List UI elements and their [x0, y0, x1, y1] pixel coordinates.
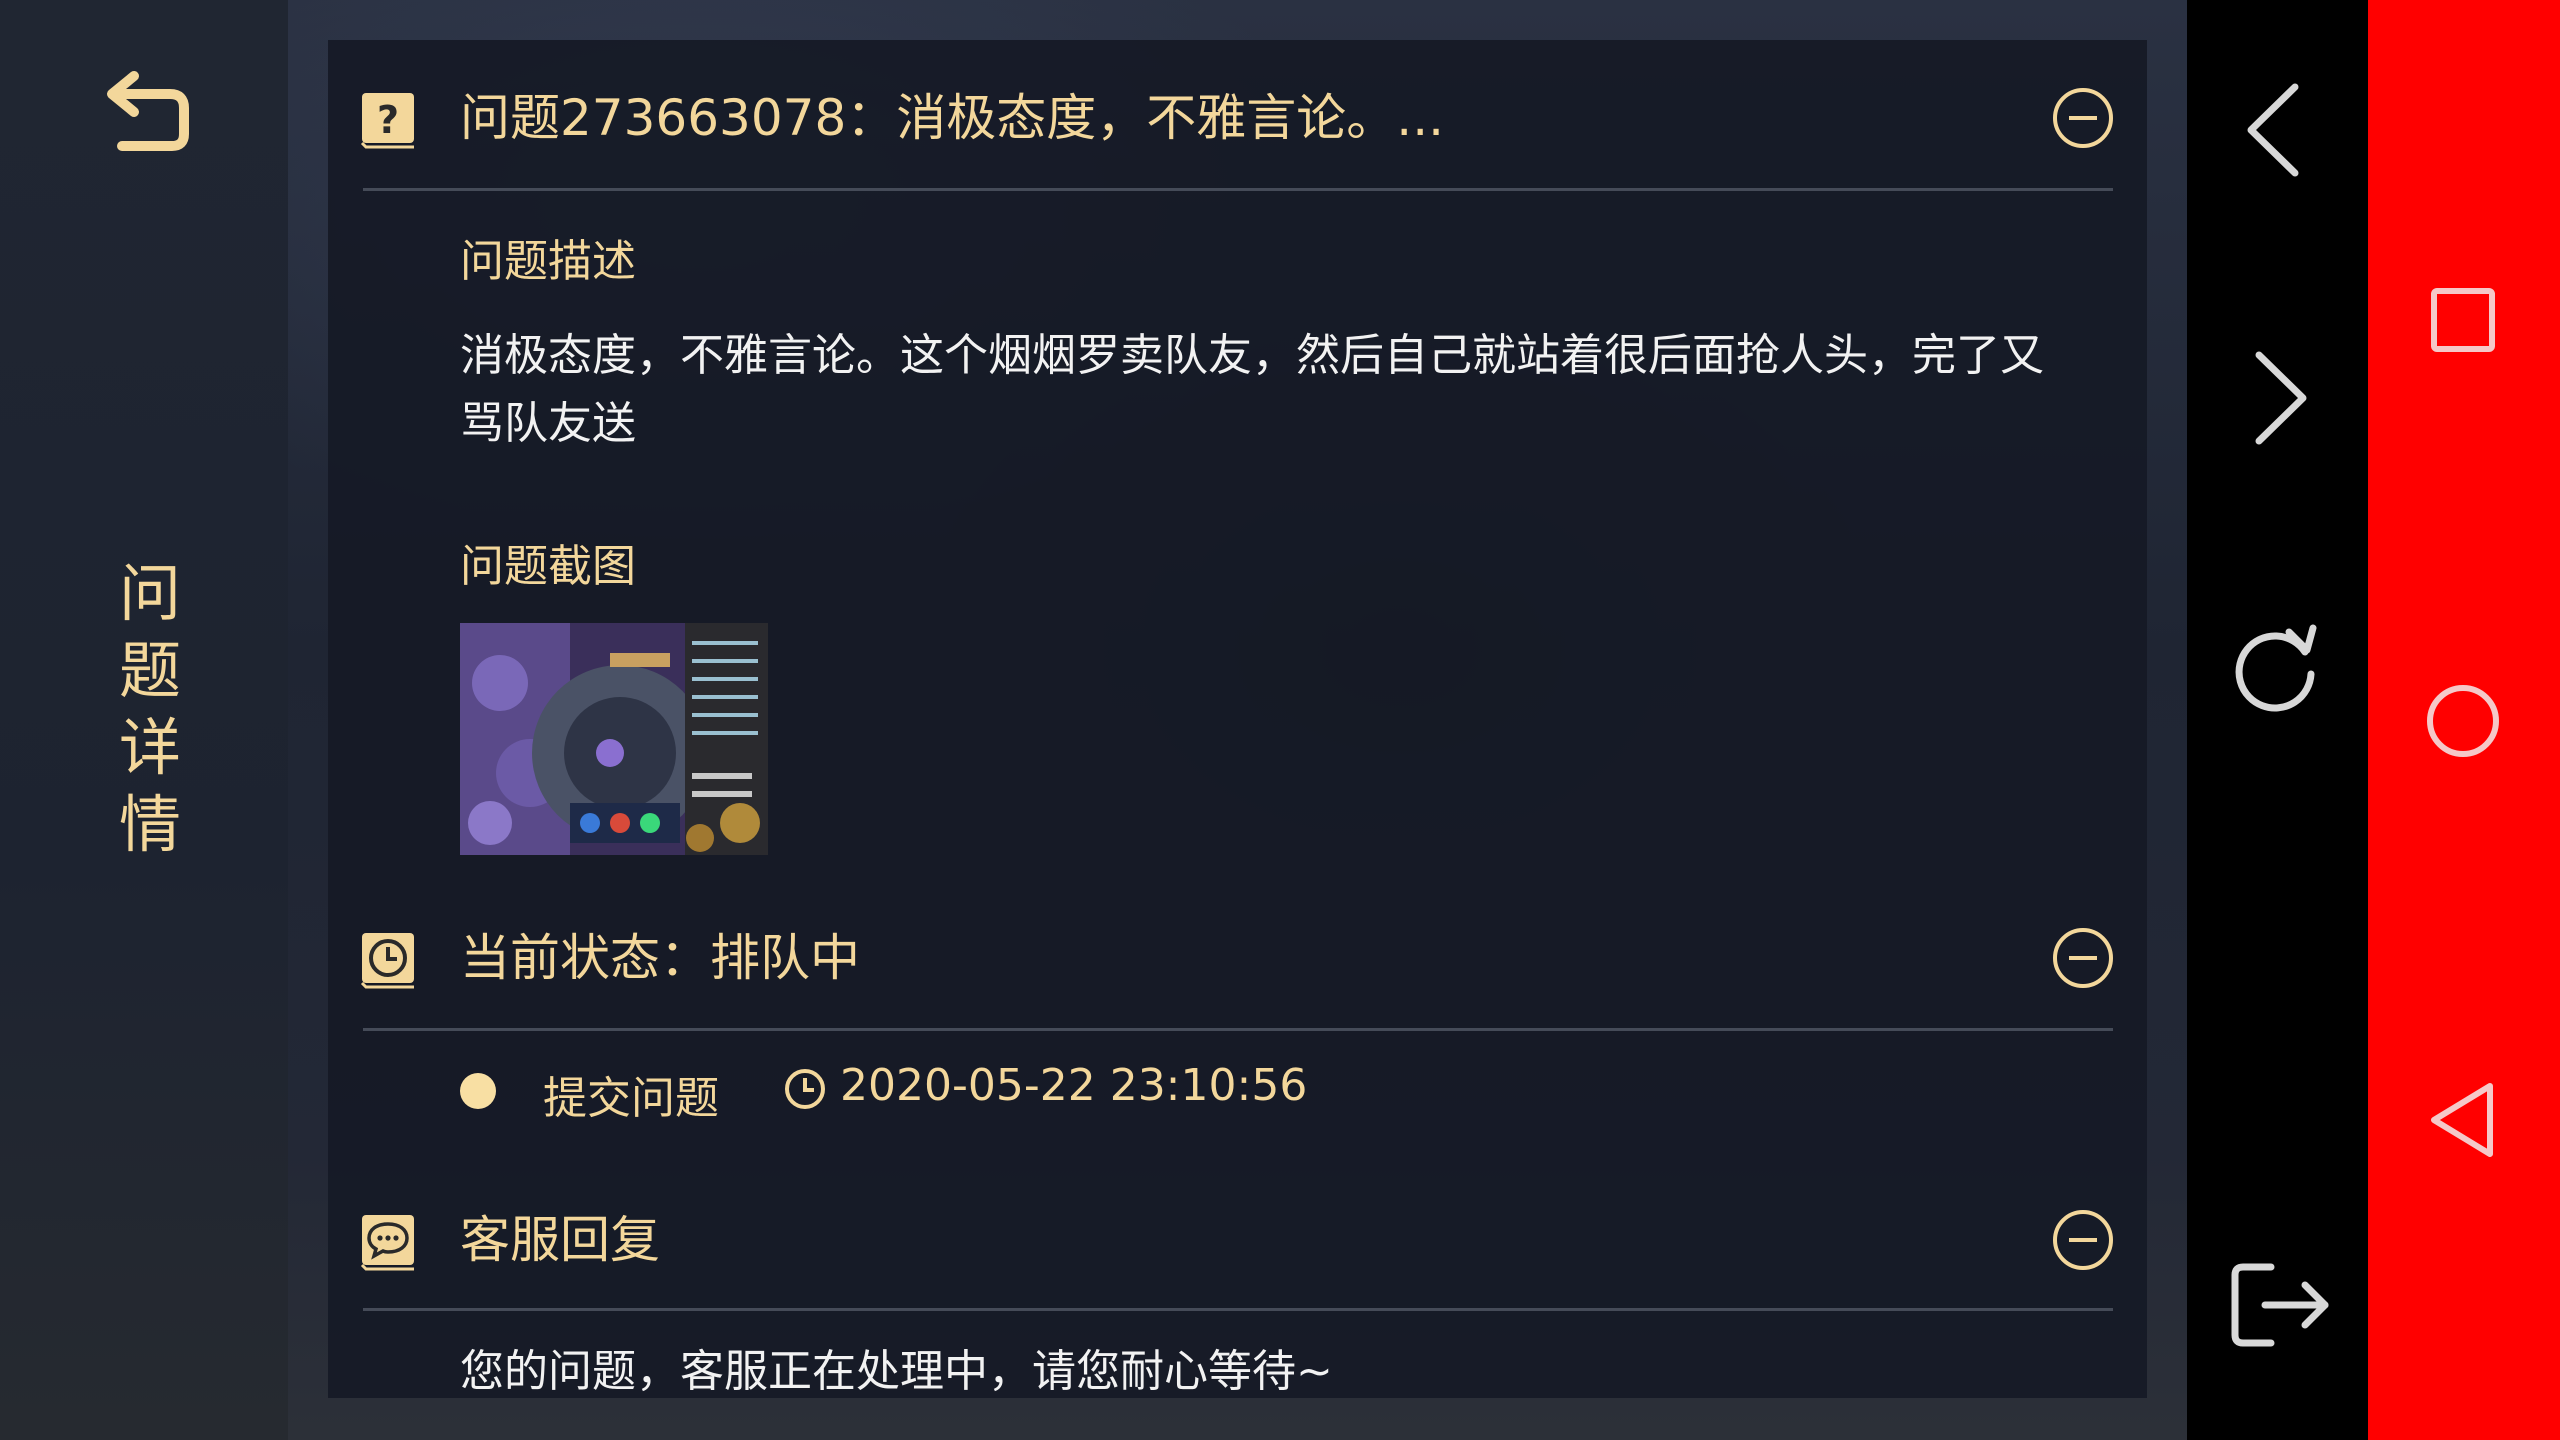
title-char: 详: [118, 711, 181, 784]
chevron-left-icon: [2247, 83, 2299, 177]
system-nav-bar: [2368, 0, 2560, 1440]
reply-title: 客服回复: [460, 1211, 660, 1269]
minus-circle-icon: [2053, 928, 2113, 988]
divider: [363, 188, 2113, 191]
browser-nav-bar: [2187, 0, 2368, 1440]
question-icon: ?: [360, 93, 414, 149]
chevron-right-icon: [2255, 351, 2307, 445]
back-button[interactable]: [96, 62, 196, 162]
nav-forward-button[interactable]: [2237, 343, 2317, 453]
circle-icon: [2427, 685, 2499, 757]
game-screenshot-image: [460, 623, 768, 855]
status-title: 当前状态：排队中: [460, 929, 860, 987]
nav-exit-button[interactable]: [2227, 1255, 2337, 1355]
status-step-dot: [460, 1073, 496, 1109]
svg-text:?: ?: [377, 98, 399, 142]
screenshot-label: 问题截图: [460, 541, 636, 592]
page-title-vertical: 问 题 详 情: [110, 555, 190, 863]
square-icon: [2431, 288, 2495, 352]
status-timestamp: 2020-05-22 23:10:56: [840, 1060, 1308, 1111]
collapse-reply-button[interactable]: [2051, 1208, 2115, 1272]
minus-circle-icon: [2053, 88, 2113, 148]
triangle-back-icon: [2431, 1083, 2493, 1157]
refresh-icon: [2235, 624, 2317, 712]
nav-back-button[interactable]: [2237, 75, 2317, 185]
system-back-button[interactable]: [2424, 1078, 2502, 1162]
title-char: 情: [118, 788, 181, 861]
divider: [363, 1028, 2113, 1031]
collapse-status-button[interactable]: [2051, 926, 2115, 990]
recent-apps-button[interactable]: [2428, 285, 2498, 355]
back-arrow-icon: [107, 71, 189, 151]
title-char: 问: [118, 557, 181, 630]
issue-screenshot-thumbnail[interactable]: [460, 623, 768, 855]
left-sidebar: 问 题 详 情: [0, 0, 288, 1440]
issue-detail-panel: ? 问题273663078：消极态度，不雅言论。... 问题描述 消极态度，不雅…: [328, 40, 2147, 1398]
issue-title: 问题273663078：消极态度，不雅言论。...: [460, 89, 1444, 147]
minus-circle-icon: [2053, 1210, 2113, 1270]
divider: [363, 1308, 2113, 1311]
home-button[interactable]: [2424, 682, 2502, 760]
exit-icon: [2231, 1263, 2329, 1347]
title-char: 题: [118, 634, 181, 707]
clock-icon: [785, 1069, 825, 1109]
nav-refresh-button[interactable]: [2227, 618, 2327, 718]
description-label: 问题描述: [460, 236, 636, 287]
status-step-label: 提交问题: [543, 1073, 719, 1124]
reply-text: 您的问题，客服正在处理中，请您耐心等待~: [460, 1346, 1333, 1397]
description-text: 消极态度，不雅言论。这个烟烟罗卖队友，然后自己就站着很后面抢人头，完了又骂队友送: [460, 330, 2044, 449]
collapse-issue-button[interactable]: [2051, 86, 2115, 150]
clock-icon: [360, 933, 414, 989]
chat-bubble-icon: [360, 1215, 414, 1271]
